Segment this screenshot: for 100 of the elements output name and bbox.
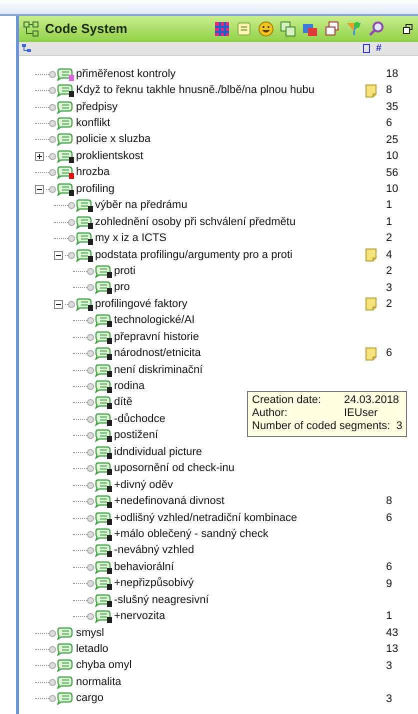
code-name[interactable]: +divný oděv: [114, 480, 174, 491]
node-dot-icon: [87, 547, 94, 554]
segment-count: 18: [386, 68, 398, 80]
code-name[interactable]: zohlednění osoby při schválení předmětu: [95, 216, 296, 228]
code-name[interactable]: proklientskost: [76, 150, 144, 162]
segment-count: 8: [386, 84, 392, 96]
code-name[interactable]: přepravní historie: [114, 332, 199, 343]
code-icon: [95, 264, 112, 278]
code-icon: [95, 412, 112, 426]
code-name[interactable]: hrozba: [76, 167, 110, 178]
code-name[interactable]: předpisy: [76, 102, 118, 113]
memo-column-icon[interactable]: [363, 44, 370, 53]
collapse-icon[interactable]: [54, 300, 63, 309]
code-name[interactable]: pro: [114, 282, 130, 294]
node-dot-icon: [87, 334, 94, 341]
node-dot-icon: [87, 498, 94, 506]
code-name[interactable]: výběr na předrámu: [95, 200, 188, 212]
node-dot-icon: [68, 202, 75, 210]
code-icon: [95, 495, 112, 508]
segment-count: 43: [386, 626, 398, 639]
node-dot-icon: [87, 383, 94, 390]
segment-count: 1: [386, 216, 392, 228]
code-name[interactable]: chyba omyl: [76, 660, 132, 672]
code-name[interactable]: -slušný neagresivní: [114, 594, 209, 606]
code-icon: [95, 462, 112, 476]
tree-icon[interactable]: [22, 44, 32, 53]
code-name[interactable]: profilingové faktory: [95, 298, 188, 310]
memo-icon[interactable]: [365, 346, 377, 361]
funnel-icon[interactable]: [346, 21, 362, 37]
code-icon: [57, 659, 74, 672]
memo-icon[interactable]: [365, 84, 377, 98]
code-name[interactable]: normalita: [76, 676, 122, 688]
code-name[interactable]: postižení: [114, 430, 158, 442]
code-icon: [57, 166, 74, 180]
segment-count: 25: [386, 134, 398, 146]
smiley-icon[interactable]: [258, 21, 274, 37]
code-name[interactable]: rodina: [114, 381, 145, 392]
code-name[interactable]: uposornění od check-inu: [114, 463, 234, 474]
node-dot-icon: [87, 482, 94, 489]
code-icon: [57, 150, 74, 163]
segment-count: 10: [386, 150, 398, 162]
restore-icon[interactable]: [403, 24, 413, 34]
collapse-icon[interactable]: [35, 184, 44, 194]
code-name[interactable]: idndividual picture: [114, 446, 202, 458]
code-name[interactable]: dítě: [114, 397, 132, 408]
expand-icon[interactable]: [35, 152, 44, 161]
code-name[interactable]: -důchodce: [114, 414, 166, 425]
windows-icon[interactable]: [302, 21, 318, 37]
segment-count: 9: [386, 578, 392, 590]
memo-icon[interactable]: [365, 248, 377, 262]
code-name[interactable]: cargo: [76, 693, 104, 704]
code-icon: [57, 182, 74, 196]
code-name[interactable]: policie x sluzba: [76, 134, 151, 146]
code-name[interactable]: konflikt: [76, 118, 110, 130]
stack-icon[interactable]: [324, 21, 340, 37]
code-name[interactable]: letadlo: [76, 644, 108, 656]
node-dot-icon: [87, 514, 94, 522]
code-icon: [95, 330, 112, 344]
code-name[interactable]: behaviorální: [114, 562, 174, 573]
count-header[interactable]: #: [376, 41, 382, 56]
node-dot-icon: [49, 630, 56, 637]
code-name[interactable]: +málo oblečený - sandný check: [114, 528, 268, 540]
code-name[interactable]: podstata profilingu/argumenty pro a proti: [95, 250, 293, 261]
code-name[interactable]: přiměřenost kontroly: [76, 68, 176, 80]
code-name[interactable]: -nevábný vzhled: [114, 545, 194, 556]
grid-icon[interactable]: [214, 21, 230, 37]
segment-count: 6: [386, 347, 392, 360]
code-name[interactable]: profiling: [76, 184, 115, 195]
node-dot-icon: [49, 186, 56, 193]
code-icon: [95, 544, 112, 558]
code-name[interactable]: +odlišný vzhled/netradiční kombinace: [114, 512, 298, 524]
node-dot-icon: [68, 300, 75, 308]
code-name[interactable]: národnost/etnicita: [114, 348, 201, 360]
node-dot-icon: [68, 218, 75, 226]
code-name[interactable]: +nepřizpůsobivý: [114, 578, 194, 590]
memo-icon[interactable]: [365, 297, 377, 312]
node-dot-icon: [87, 416, 94, 423]
collapse-icon[interactable]: [54, 250, 63, 260]
code-icon: [95, 560, 112, 574]
code-name[interactable]: proti: [114, 266, 136, 277]
code-name[interactable]: smysl: [76, 628, 104, 639]
code-icon: [95, 380, 112, 394]
code-icon: [95, 577, 112, 590]
code-name[interactable]: my x iz a ICTS: [95, 233, 167, 244]
copy-icon[interactable]: [280, 21, 296, 37]
code-icon: [57, 100, 74, 114]
code-name[interactable]: technologické/AI: [114, 315, 195, 326]
search-icon[interactable]: [368, 21, 384, 37]
code-icon: [95, 347, 112, 360]
code-name[interactable]: Když to řeknu takhle hnusně./blbě/na plnou hubu: [76, 85, 315, 96]
note-icon[interactable]: [236, 21, 252, 37]
code-icon: [95, 478, 112, 492]
code-name[interactable]: +nedefinovaná divnost: [114, 496, 224, 508]
code-name[interactable]: není diskriminační: [114, 364, 203, 376]
tooltip-label: Author:: [252, 407, 288, 420]
node-dot-icon: [87, 268, 94, 275]
node-dot-icon: [87, 465, 94, 472]
code-icon: [95, 396, 112, 410]
code-icon: [95, 446, 112, 459]
code-name[interactable]: +nervozita: [114, 611, 166, 622]
